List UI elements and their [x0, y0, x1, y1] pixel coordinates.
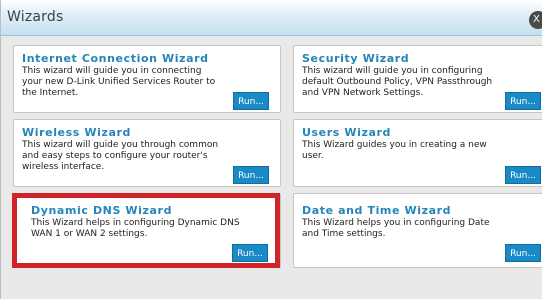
dialog-titlebar: Wizards X: [1, 0, 542, 36]
security-wizard-card: Security Wizard This wizard will guide y…: [293, 45, 542, 113]
card-title: Internet Connection Wizard: [22, 52, 209, 65]
card-description: This wizard will guide you in connecting…: [22, 66, 216, 98]
dialog-title: Wizards: [7, 9, 64, 25]
card-description: This wizard will guide you in configurin…: [302, 66, 493, 98]
card-description: This wizard will guide you through commo…: [22, 140, 219, 172]
card-title: Wireless Wizard: [22, 126, 131, 139]
run-security-wizard-button[interactable]: Run...: [505, 92, 541, 110]
run-date-and-time-wizard-button[interactable]: Run...: [505, 244, 541, 262]
card-title: Security Wizard: [302, 52, 410, 65]
card-title: Date and Time Wizard: [302, 204, 452, 217]
internet-connection-wizard-card: Internet Connection Wizard This wizard w…: [13, 45, 281, 113]
card-description: This Wizard helps you in configuring Dat…: [302, 218, 490, 239]
close-button[interactable]: X: [529, 11, 542, 29]
wireless-wizard-card: Wireless Wizard This wizard will guide y…: [13, 119, 281, 187]
card-title: Users Wizard: [302, 126, 391, 139]
highlight-frame: [12, 193, 280, 268]
run-wireless-wizard-button[interactable]: Run...: [233, 166, 269, 184]
date-and-time-wizard-card: Date and Time Wizard This Wizard helps y…: [293, 193, 542, 268]
users-wizard-card: Users Wizard This Wizard guides you in c…: [293, 119, 542, 187]
close-icon: X: [533, 14, 540, 25]
run-internet-connection-wizard-button[interactable]: Run...: [233, 92, 269, 110]
card-description: This Wizard guides you in creating a new…: [302, 140, 487, 161]
wizards-dialog: Wizards X Internet Connection Wizard Thi…: [0, 0, 542, 299]
run-users-wizard-button[interactable]: Run...: [505, 166, 541, 184]
